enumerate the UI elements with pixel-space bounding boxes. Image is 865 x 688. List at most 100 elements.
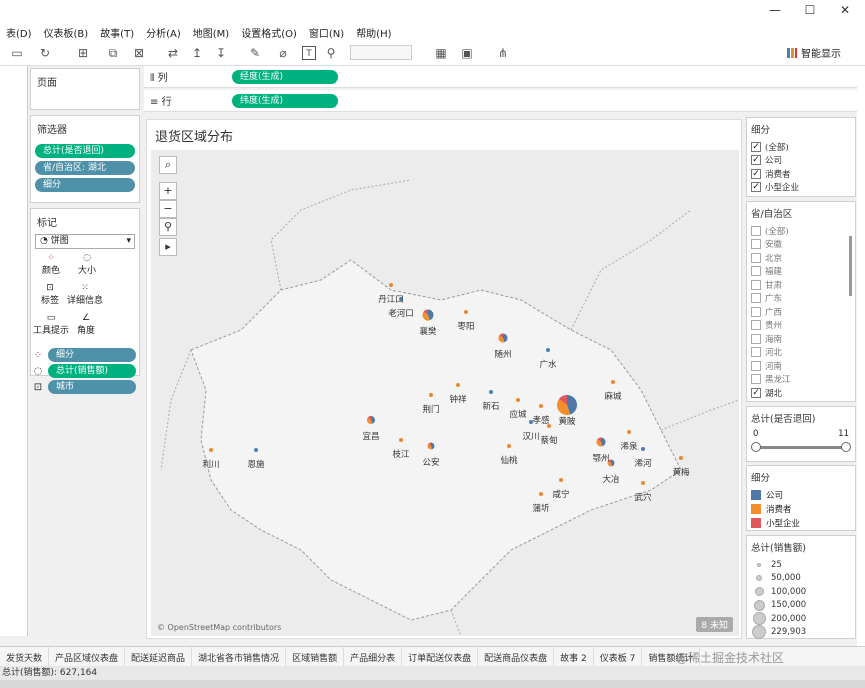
pie-mark[interactable]: [399, 438, 403, 442]
pie-mark[interactable]: [507, 444, 511, 448]
pie-mark[interactable]: [489, 390, 493, 394]
close-button[interactable]: ✕: [830, 3, 860, 19]
unknown-indicator[interactable]: 8 未知: [696, 617, 733, 632]
pie-mark[interactable]: [464, 310, 468, 314]
province-option[interactable]: 河南: [747, 359, 855, 373]
province-option[interactable]: 海南: [747, 332, 855, 346]
clear-icon[interactable]: ⊠: [132, 46, 146, 60]
map-search-button[interactable]: ⌕: [159, 156, 177, 174]
filter-pill[interactable]: 细分: [35, 178, 135, 192]
pie-mark[interactable]: [559, 478, 563, 482]
pin-icon[interactable]: ⚲: [324, 46, 338, 60]
label-button[interactable]: ⊡ 标签: [33, 283, 67, 313]
sheet-tab[interactable]: 配送延迟商品: [125, 647, 193, 666]
angle-button[interactable]: ∠ 角度: [69, 313, 103, 343]
mark-field-pill[interactable]: 总计(销售额): [48, 364, 136, 378]
mark-type-dropdown[interactable]: ◔ 饼图 ▾: [35, 234, 135, 249]
pie-mark[interactable]: [641, 447, 645, 451]
pie-mark[interactable]: [641, 481, 645, 485]
pin-map-button[interactable]: ⚲: [159, 218, 177, 236]
zoom-out-button[interactable]: −: [159, 200, 177, 218]
segment-option[interactable]: ✓ 小型企业: [747, 181, 855, 195]
pie-mark[interactable]: [596, 437, 606, 447]
menu-analysis[interactable]: 分析(A): [140, 22, 187, 40]
sheet-tab[interactable]: 仪表板 7: [594, 647, 643, 666]
mark-field-pill[interactable]: 细分: [48, 348, 136, 362]
share-icon[interactable]: ⋔: [496, 46, 510, 60]
pie-mark[interactable]: [627, 430, 631, 434]
province-option[interactable]: 安徽: [747, 238, 855, 252]
menu-data[interactable]: 表(D): [0, 22, 38, 40]
rows-pill[interactable]: 纬度(生成): [232, 93, 338, 108]
province-option[interactable]: 福建: [747, 265, 855, 279]
group-icon[interactable]: ⌀: [276, 46, 290, 60]
pie-mark[interactable]: [498, 333, 508, 343]
province-scrollbar[interactable]: [849, 236, 852, 296]
pie-mark[interactable]: [429, 393, 433, 397]
sort-desc-icon[interactable]: ↧: [214, 46, 228, 60]
pie-mark[interactable]: [546, 348, 550, 352]
segment-option[interactable]: ✓ 消费者: [747, 167, 855, 181]
swap-icon[interactable]: ⇄: [166, 46, 180, 60]
map[interactable]: 丹江口 老河口 襄樊 枣阳 随州 广水 麻城 钟祥 荆门 新石 应城 孝感 黄陂 汉川 蔡甸 宜昌 枝江 公安 仙桃…: [151, 150, 739, 636]
menu-map[interactable]: 地图(M): [187, 22, 235, 40]
province-option[interactable]: 北京: [747, 251, 855, 265]
range-slider[interactable]: [751, 442, 851, 452]
sort-asc-icon[interactable]: ↥: [190, 46, 204, 60]
highlight-icon[interactable]: ✎: [248, 46, 262, 60]
sheet-tab[interactable]: 产品细分表: [344, 647, 403, 666]
color-button[interactable]: ⁘ 颜色: [33, 253, 69, 283]
rows-shelf[interactable]: ≡ 行 纬度(生成): [144, 90, 865, 112]
map-tools-button[interactable]: ▸: [159, 238, 177, 256]
duplicate-icon[interactable]: ⧉: [106, 46, 120, 60]
menu-dashboard[interactable]: 仪表板(B): [38, 22, 95, 40]
pie-mark[interactable]: [209, 448, 213, 452]
pie-mark[interactable]: [539, 404, 543, 408]
pie-mark[interactable]: [456, 383, 460, 387]
province-list[interactable]: (全部) 安徽 北京 福建 甘肃 广东 广西 贵州 海南 河北 河南 黑龙江 ✓ 湖北: [747, 224, 855, 400]
province-option[interactable]: 广西: [747, 305, 855, 319]
show-cards-icon[interactable]: ▦: [434, 46, 448, 60]
smart-show-button[interactable]: 智能显示: [787, 45, 841, 60]
sheet-tab[interactable]: 订单配送仪表盘: [402, 647, 479, 666]
pie-mark[interactable]: [427, 442, 435, 450]
maximize-button[interactable]: ☐: [795, 3, 825, 19]
save-icon[interactable]: ▭: [10, 46, 24, 60]
province-option[interactable]: 广东: [747, 292, 855, 306]
menu-story[interactable]: 故事(T): [94, 22, 140, 40]
sheet-tab[interactable]: 产品区域仪表盘: [49, 647, 126, 666]
columns-shelf[interactable]: ⦀ 列 经度(生成): [144, 66, 865, 88]
filter-pill[interactable]: 省/自治区: 湖北: [35, 161, 135, 175]
province-option[interactable]: 甘肃: [747, 278, 855, 292]
legend-item[interactable]: 小型企业: [747, 516, 855, 530]
menu-format[interactable]: 设置格式(O): [235, 22, 303, 40]
pie-mark[interactable]: [422, 309, 434, 321]
presentation-icon[interactable]: ▣: [460, 46, 474, 60]
province-option[interactable]: 贵州: [747, 319, 855, 333]
segment-option[interactable]: ✓ 公司: [747, 154, 855, 168]
pie-mark[interactable]: [367, 416, 376, 424]
pie-mark[interactable]: [556, 395, 577, 415]
province-option[interactable]: 黑龙江: [747, 373, 855, 387]
minimize-button[interactable]: —: [760, 3, 790, 19]
fit-dropdown[interactable]: [350, 45, 412, 60]
menu-help[interactable]: 帮助(H): [350, 22, 397, 40]
zoom-in-button[interactable]: +: [159, 182, 177, 200]
province-option[interactable]: (全部): [747, 224, 855, 238]
slider-handle-max[interactable]: [841, 442, 851, 452]
sheet-tab[interactable]: 湖北省各市销售情况: [192, 647, 287, 666]
slider-handle-min[interactable]: [751, 442, 761, 452]
tooltip-button[interactable]: ▭ 工具提示: [33, 313, 69, 343]
segment-option[interactable]: ✓ (全部): [747, 140, 855, 154]
new-worksheet-icon[interactable]: ⊞: [76, 46, 90, 60]
detail-button[interactable]: ⁙ 详细信息: [67, 283, 103, 313]
columns-pill[interactable]: 经度(生成): [232, 69, 338, 84]
province-option[interactable]: ✓ 湖北: [747, 386, 855, 400]
legend-item[interactable]: 公司: [747, 488, 855, 502]
pie-mark[interactable]: [389, 283, 393, 287]
filter-pill[interactable]: 总计(是否退回): [35, 144, 135, 158]
map-attribution[interactable]: © OpenStreetMap contributors: [157, 623, 281, 632]
sheet-tab[interactable]: 区域销售额: [286, 647, 345, 666]
pie-mark[interactable]: [516, 398, 520, 402]
pie-mark[interactable]: [539, 492, 543, 496]
